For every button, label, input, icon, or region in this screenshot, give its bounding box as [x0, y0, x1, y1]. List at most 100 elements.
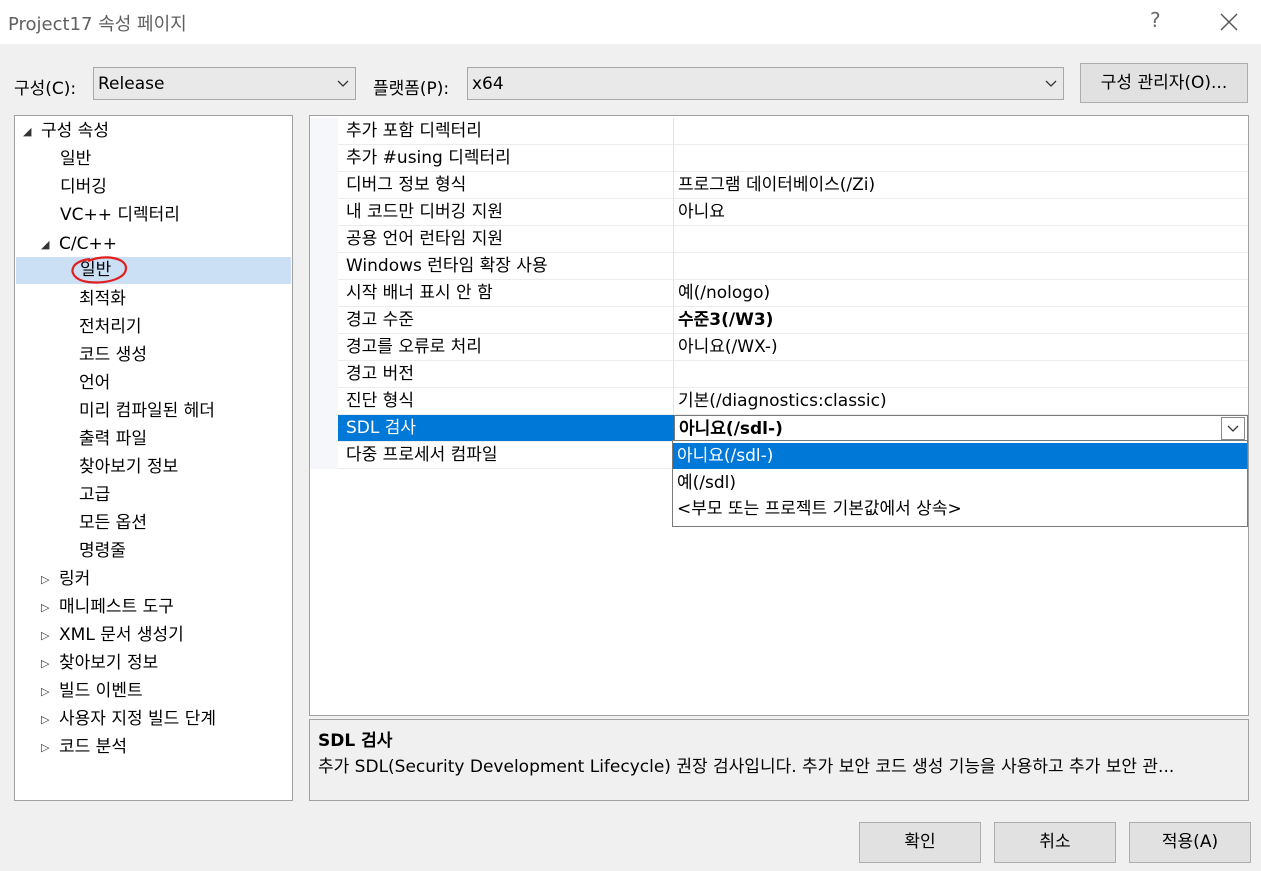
sdl-check-select[interactable]: 아니요(/sdl-): [674, 415, 1248, 442]
collapsed-arrow-icon: ▷: [41, 657, 50, 670]
dropdown-option[interactable]: 아니요(/sdl-): [673, 443, 1247, 469]
chevron-down-icon: [1227, 425, 1239, 432]
property-row[interactable]: 경고 수준 수준3(/W3): [310, 307, 1248, 334]
config-manager-button[interactable]: 구성 관리자(O)...: [1080, 63, 1248, 103]
property-name: 추가 #using 디렉터리: [338, 145, 674, 172]
property-row[interactable]: 내 코드만 디버깅 지원 아니요: [310, 199, 1248, 226]
property-grid[interactable]: 추가 포함 디렉터리 추가 #using 디렉터리 디버그 정보 형식 프로그램…: [309, 115, 1249, 716]
tree-item-preprocessor[interactable]: 전처리기: [79, 314, 142, 341]
property-row[interactable]: 공용 언어 런타임 지원: [310, 226, 1248, 253]
sdl-check-select-value: 아니요(/sdl-): [679, 419, 783, 439]
collapsed-arrow-icon: ▷: [41, 713, 50, 726]
apply-button-label: 적용(A): [1161, 832, 1219, 852]
tree-item-linker-label: 링커: [59, 569, 91, 589]
tree-item-build-events-label: 빌드 이벤트: [59, 681, 143, 701]
description-text: 추가 SDL(Security Development Lifecycle) 권…: [318, 757, 1175, 777]
config-select[interactable]: Release: [93, 67, 356, 100]
cancel-button-label: 취소: [1039, 832, 1071, 852]
property-value[interactable]: 아니요: [674, 199, 1248, 226]
property-tree[interactable]: ◢ 구성 속성 일반 디버깅 VC++ 디렉터리 ◢ C/C++ 일반 최적화 …: [14, 115, 293, 801]
property-row[interactable]: Windows 런타임 확장 사용: [310, 253, 1248, 280]
property-row[interactable]: 경고를 오류로 처리 아니요(/WX-): [310, 334, 1248, 361]
property-name: 추가 포함 디렉터리: [338, 118, 674, 145]
tree-item-command-line[interactable]: 명령줄: [79, 538, 126, 565]
tree-item-general[interactable]: 일반: [60, 146, 91, 173]
property-value[interactable]: [674, 118, 1248, 145]
property-row[interactable]: 경고 버전: [310, 361, 1248, 388]
tree-item-code-generation[interactable]: 코드 생성: [79, 342, 147, 369]
description-panel: SDL 검사 추가 SDL(Security Development Lifec…: [309, 719, 1249, 801]
property-value[interactable]: [674, 145, 1248, 172]
description-title: SDL 검사: [318, 731, 393, 751]
tree-item-optimization[interactable]: 최적화: [79, 286, 126, 313]
property-row[interactable]: 추가 #using 디렉터리: [310, 145, 1248, 172]
config-select-value: Release: [98, 74, 165, 94]
property-value[interactable]: [674, 253, 1248, 280]
platform-label: 플랫폼(P):: [373, 79, 450, 99]
tree-root-label: 구성 속성: [41, 121, 109, 141]
property-row[interactable]: 진단 형식 기본(/diagnostics:classic): [310, 388, 1248, 415]
platform-select-value: x64: [472, 74, 504, 94]
property-value[interactable]: 예(/nologo): [674, 280, 1248, 307]
property-row[interactable]: 시작 배너 표시 안 함 예(/nologo): [310, 280, 1248, 307]
tree-item-xml-label: XML 문서 생성기: [59, 625, 184, 645]
property-name: 디버그 정보 형식: [338, 172, 674, 199]
dropdown-option[interactable]: 예(/sdl): [673, 470, 1247, 496]
chevron-down-icon: [337, 80, 349, 87]
tree-item-advanced[interactable]: 고급: [79, 482, 110, 509]
collapsed-arrow-icon: ▷: [41, 573, 50, 586]
property-name: 내 코드만 디버깅 지원: [338, 199, 674, 226]
tree-item-vc-directories[interactable]: VC++ 디렉터리: [60, 202, 180, 229]
property-value[interactable]: [674, 226, 1248, 253]
cancel-button[interactable]: 취소: [994, 822, 1116, 863]
property-name: 다중 프로세서 컴파일: [338, 442, 674, 469]
property-row[interactable]: 추가 포함 디렉터리: [310, 118, 1248, 145]
collapsed-arrow-icon: ▷: [41, 741, 50, 754]
sdl-dropdown-list[interactable]: 아니요(/sdl-) 예(/sdl) <부모 또는 프로젝트 기본값에서 상속>: [672, 440, 1248, 527]
property-value[interactable]: 수준3(/W3): [674, 307, 1248, 334]
dropdown-option[interactable]: <부모 또는 프로젝트 기본값에서 상속>: [673, 496, 1247, 522]
apply-button[interactable]: 적용(A): [1129, 822, 1251, 863]
property-name: 경고 수준: [338, 307, 674, 334]
title-bar: Project17 속성 페이지 ?: [0, 0, 1261, 44]
tree-item-browse-label: 찾아보기 정보: [59, 653, 159, 673]
chevron-down-icon: [1045, 80, 1057, 87]
help-button[interactable]: ?: [1150, 8, 1161, 32]
property-name: SDL 검사: [338, 415, 674, 442]
close-icon: [1220, 13, 1238, 31]
tree-item-cpp-general-selected[interactable]: 일반: [16, 256, 291, 284]
property-value[interactable]: 프로그램 데이터베이스(/Zi): [674, 172, 1248, 199]
config-manager-label: 구성 관리자(O)...: [1100, 73, 1228, 93]
property-value[interactable]: 아니요(/WX-): [674, 334, 1248, 361]
tree-item-code-analysis-label: 코드 분석: [59, 737, 127, 757]
collapsed-arrow-icon: ▷: [41, 629, 50, 642]
property-value[interactable]: [674, 361, 1248, 388]
close-button[interactable]: [1214, 4, 1244, 38]
tree-item-all-options[interactable]: 모든 옵션: [79, 510, 147, 537]
tree-item-browse-information[interactable]: 찾아보기 정보: [79, 454, 178, 481]
dropdown-button[interactable]: [1221, 417, 1245, 440]
tree-item-language[interactable]: 언어: [79, 370, 110, 397]
tree-item-debugging[interactable]: 디버깅: [60, 174, 107, 201]
property-row[interactable]: 디버그 정보 형식 프로그램 데이터베이스(/Zi): [310, 172, 1248, 199]
property-value[interactable]: 기본(/diagnostics:classic): [674, 388, 1248, 415]
tree-item-output-files[interactable]: 출력 파일: [79, 426, 147, 453]
property-name: 시작 배너 표시 안 함: [338, 280, 674, 307]
red-circle-annotation: [71, 256, 128, 284]
ok-button-label: 확인: [904, 832, 936, 852]
property-name: 공용 언어 런타임 지원: [338, 226, 674, 253]
tree-item-custom-build-label: 사용자 지정 빌드 단계: [59, 709, 216, 729]
config-label: 구성(C):: [14, 79, 77, 99]
expanded-arrow-icon: ◢: [41, 238, 50, 251]
property-name: 진단 형식: [338, 388, 674, 415]
tree-item-precompiled-headers[interactable]: 미리 컴파일된 헤더: [79, 398, 215, 425]
property-name: 경고를 오류로 처리: [338, 334, 674, 361]
tree-item-manifest-tool-label: 매니페스트 도구: [59, 597, 174, 617]
ok-button[interactable]: 확인: [859, 822, 981, 863]
property-name: 경고 버전: [338, 361, 674, 388]
property-name: Windows 런타임 확장 사용: [338, 253, 674, 280]
property-row-selected[interactable]: SDL 검사 아니요(/sdl-): [310, 415, 1248, 442]
platform-select[interactable]: x64: [467, 67, 1064, 100]
window-title: Project17 속성 페이지: [8, 14, 187, 35]
collapsed-arrow-icon: ▷: [41, 601, 50, 614]
